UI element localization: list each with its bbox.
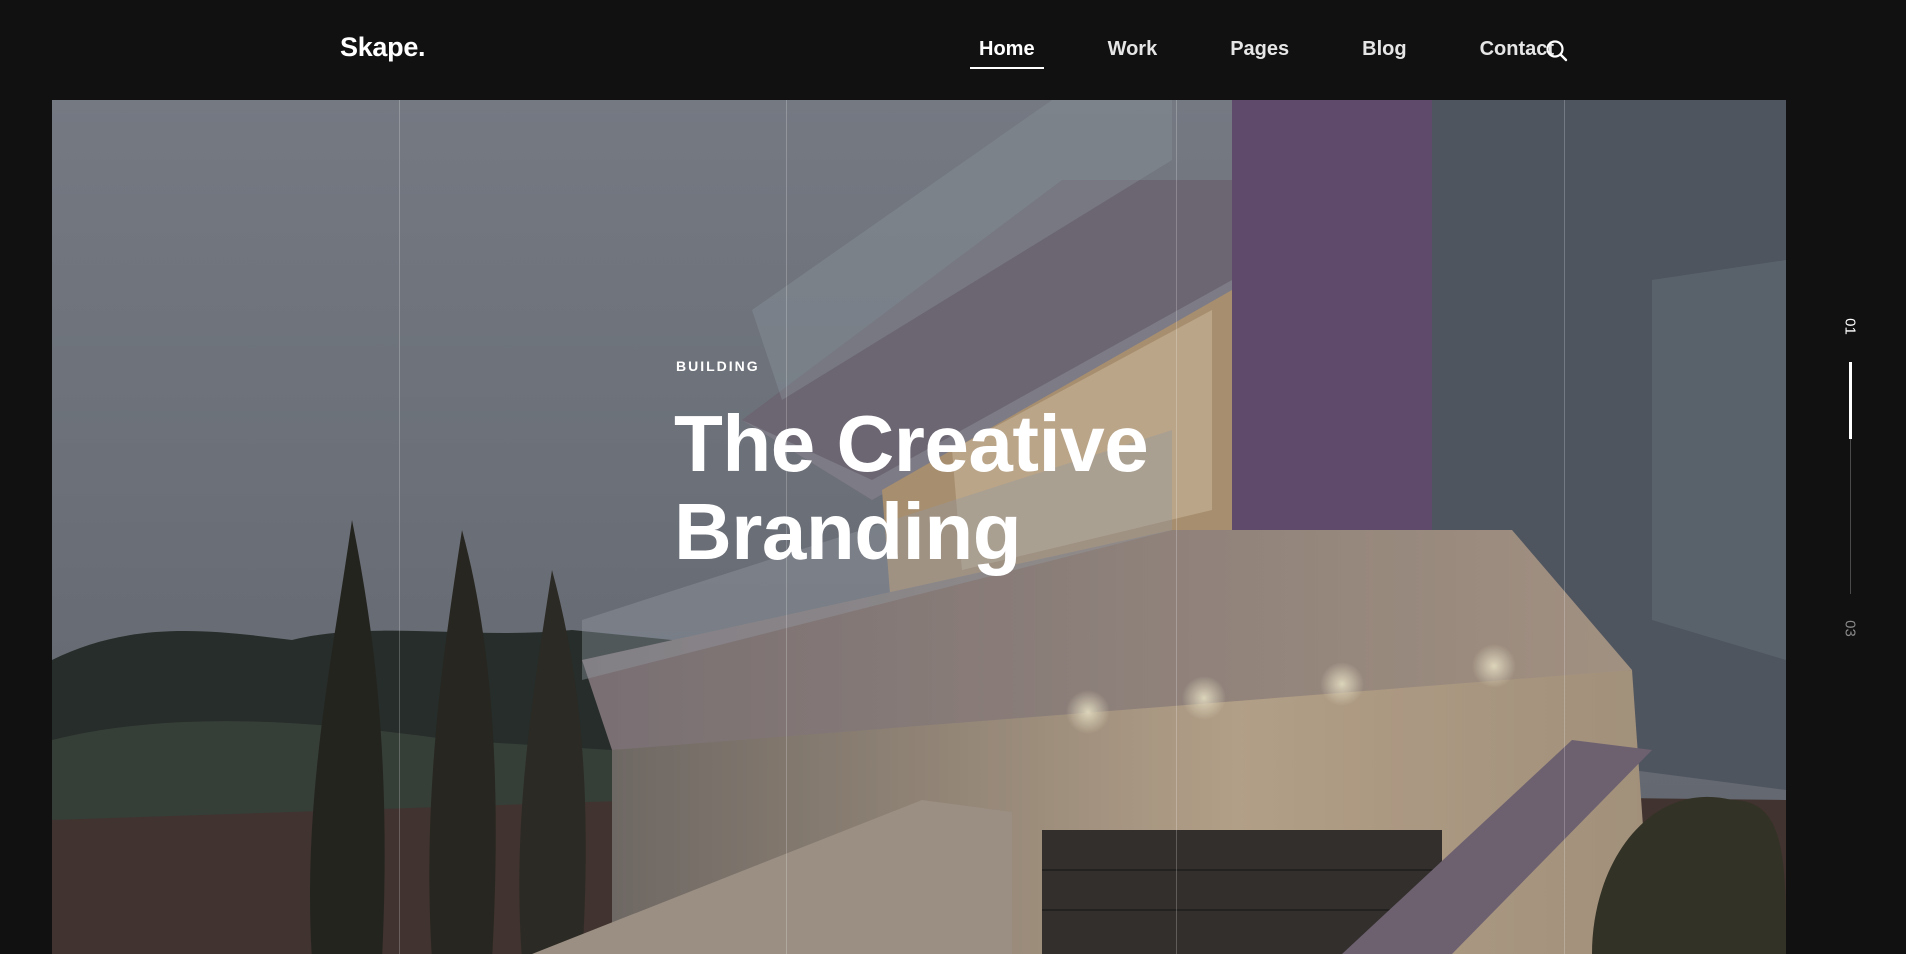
grid-line [399,100,400,954]
hero-slider: BUILDING The Creative Branding [52,100,1786,954]
nav-item-blog[interactable]: Blog [1353,36,1415,69]
nav-item-work[interactable]: Work [1099,36,1167,69]
nav-item-home[interactable]: Home [970,36,1044,69]
logo[interactable]: Skape. [340,32,426,63]
hero-title-line-2: Branding [674,487,1022,576]
nav-item-pages[interactable]: Pages [1221,36,1298,69]
main-nav: Home Work Pages Blog Contact [970,36,1618,69]
total-slide-number: 03 [1841,620,1859,637]
grid-line [1564,100,1565,954]
slide-progress-fill [1849,362,1852,439]
search-icon[interactable] [1544,38,1570,64]
slide-pagination[interactable]: 01 03 [1830,318,1870,648]
hero-category: BUILDING [676,358,760,374]
hero-title: The Creative Branding [674,400,1234,576]
hero-title-line-1: The Creative [674,399,1149,488]
site-header: Skape. Home Work Pages Blog Contact [0,0,1906,100]
current-slide-number: 01 [1841,318,1859,335]
